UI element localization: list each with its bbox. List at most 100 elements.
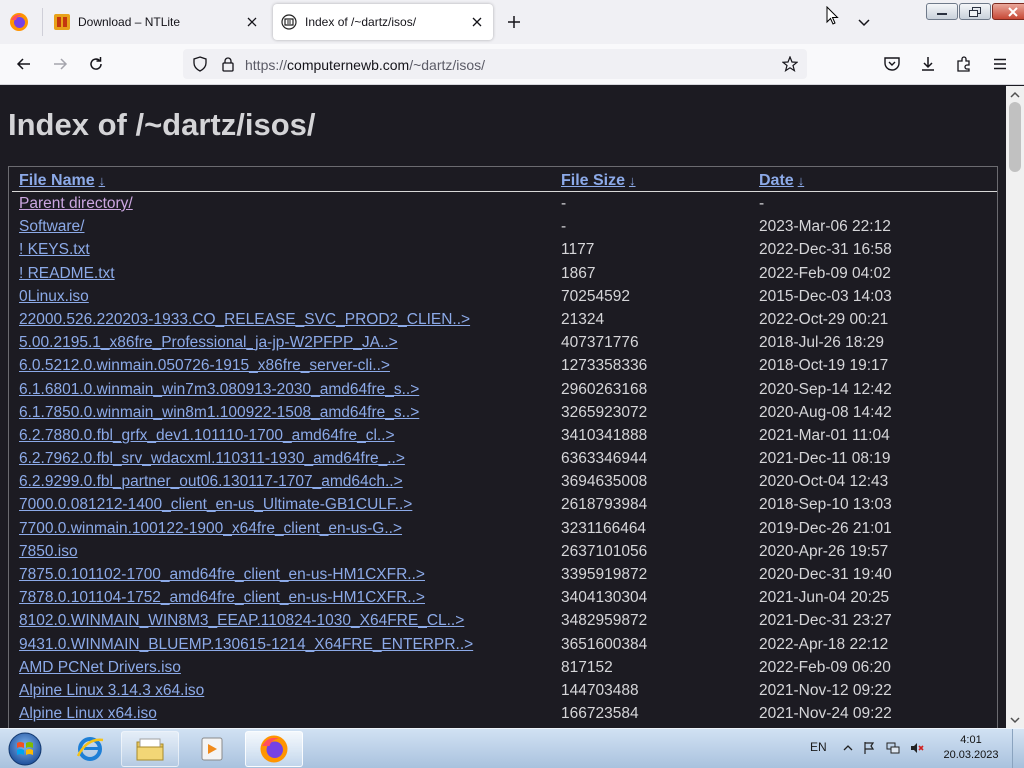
plus-icon[interactable]: [503, 11, 525, 33]
tab-index-of-isos[interactable]: Index of /~dartz/isos/: [273, 4, 493, 40]
show-desktop-button[interactable]: [1012, 729, 1024, 768]
chevron-down-icon[interactable]: [854, 12, 874, 32]
language-indicator[interactable]: EN: [810, 740, 827, 754]
sort-arrow-icon: ↓: [629, 173, 636, 188]
file-date: -: [759, 195, 765, 212]
table-row: Alpine Linux 3.14.3 x64.iso 144703488 20…: [9, 680, 999, 703]
file-link[interactable]: 22000.526.220203-1933.CO_RELEASE_SVC_PRO…: [19, 311, 470, 329]
file-link[interactable]: 7878.0.101104-1752_amd64fre_client_en-us…: [19, 589, 425, 607]
menu-icon: [994, 58, 1006, 70]
table-row: ! README.txt 1867 2022-Feb-09 04:02: [9, 263, 999, 286]
page-scrollbar[interactable]: [1006, 86, 1024, 728]
taskbar-media-player[interactable]: [183, 731, 241, 767]
taskbar-firefox[interactable]: [245, 731, 303, 767]
file-size: 2960263168: [561, 380, 648, 398]
network-icon[interactable]: [886, 741, 900, 755]
restore-button[interactable]: [959, 3, 991, 20]
firefox-icon[interactable]: [9, 12, 29, 32]
media-player-icon: [201, 737, 223, 761]
tab-ntlite[interactable]: Download – NTLite: [46, 4, 268, 40]
downloads-button[interactable]: [917, 53, 939, 75]
file-date: 2015-Dec-03 14:03: [759, 287, 892, 305]
file-size: 817152: [561, 658, 613, 676]
file-link[interactable]: 6.1.7850.0.winmain_win8m1.100922-1508_am…: [19, 404, 419, 422]
system-clock[interactable]: 4:01 20.03.2023: [938, 733, 1004, 763]
column-header-file-name[interactable]: File Name ↓: [19, 172, 105, 190]
file-link[interactable]: 7875.0.101102-1700_amd64fre_client_en-us…: [19, 566, 425, 584]
file-date: 2019-Dec-26 21:01: [759, 519, 892, 537]
address-bar[interactable]: https://computernewb.com/~dartz/isos/: [183, 49, 807, 79]
file-link[interactable]: 7700.0.winmain.100122-1900_x64fre_client…: [19, 520, 402, 538]
pocket-icon: [884, 57, 900, 71]
file-size: 1867: [561, 264, 596, 282]
table-row: Parent directory/ - -: [9, 193, 999, 216]
file-link[interactable]: Alpine Linux 3.14.3 x64.iso: [19, 682, 204, 700]
column-header-label: File Size: [561, 172, 626, 189]
close-icon[interactable]: [244, 14, 260, 30]
file-link[interactable]: 6.2.7962.0.fbl_srv_wdacxml.110311-1930_a…: [19, 450, 405, 468]
table-row: Alpine Linux x64.iso 166723584 2021-Nov-…: [9, 703, 999, 726]
close-icon[interactable]: [469, 14, 485, 30]
scrollbar-thumb[interactable]: [1009, 102, 1021, 172]
file-link[interactable]: 8102.0.WINMAIN_WIN8M3_EEAP.110824-1030_X…: [19, 612, 464, 630]
scroll-up-arrow-icon[interactable]: [1009, 90, 1021, 100]
table-row: 7878.0.101104-1752_amd64fre_client_en-us…: [9, 587, 999, 610]
table-row: 7700.0.winmain.100122-1900_x64fre_client…: [9, 518, 999, 541]
file-link[interactable]: 6.2.7880.0.fbl_grfx_dev1.101110-1700_amd…: [19, 427, 395, 445]
table-row: 5.00.2195.1_x86fre_Professional_ja-jp-W2…: [9, 332, 999, 355]
file-size: 3231166464: [561, 519, 647, 537]
windows-start-icon[interactable]: [6, 731, 44, 767]
table-row: 7850.iso 2637101056 2020-Apr-26 19:57: [9, 541, 999, 564]
star-icon[interactable]: [782, 56, 798, 72]
file-link[interactable]: AMD PCNet Drivers.iso: [19, 659, 181, 677]
url-text[interactable]: https://computernewb.com/~dartz/isos/: [245, 57, 485, 73]
file-size: 3482959872: [561, 612, 648, 630]
file-link[interactable]: ! KEYS.txt: [19, 241, 90, 259]
file-link[interactable]: Alpine Linux x64.iso: [19, 705, 157, 723]
taskbar-file-explorer[interactable]: [121, 731, 179, 767]
internet-explorer-icon: [76, 737, 104, 761]
table-row: 7000.0.081212-1400_client_en-us_Ultimate…: [9, 494, 999, 517]
pocket-button[interactable]: [881, 53, 903, 75]
reload-button[interactable]: [85, 53, 107, 75]
extensions-button[interactable]: [953, 53, 975, 75]
file-link[interactable]: 6.2.9299.0.fbl_partner_out06.130117-1707…: [19, 473, 403, 491]
scroll-down-arrow-icon[interactable]: [1009, 715, 1021, 725]
app-menu-button[interactable]: [989, 53, 1011, 75]
shield-icon[interactable]: [192, 56, 208, 72]
window-controls: [925, 3, 1024, 20]
lock-icon[interactable]: [220, 56, 236, 72]
minimize-button[interactable]: [926, 3, 958, 20]
close-window-button[interactable]: [992, 3, 1024, 20]
file-date: 2021-Mar-01 11:04: [759, 426, 890, 444]
taskbar-internet-explorer[interactable]: [61, 731, 119, 767]
file-link[interactable]: ! README.txt: [19, 265, 115, 283]
file-size: -: [561, 195, 567, 212]
file-size: 21324: [561, 310, 605, 328]
file-link[interactable]: 6.0.5212.0.winmain.050726-1915_x86fre_se…: [19, 357, 390, 375]
file-link[interactable]: 7000.0.081212-1400_client_en-us_Ultimate…: [19, 496, 412, 514]
file-link[interactable]: Software/: [19, 218, 84, 236]
column-header-date[interactable]: Date ↓: [759, 172, 804, 190]
back-button[interactable]: [13, 53, 35, 75]
file-link[interactable]: Parent directory/: [19, 195, 133, 213]
file-size: 3410341888: [561, 426, 648, 444]
column-header-file-size[interactable]: File Size ↓: [561, 172, 636, 190]
file-link[interactable]: 5.00.2195.1_x86fre_Professional_ja-jp-W2…: [19, 334, 398, 352]
volume-muted-icon[interactable]: [910, 741, 924, 755]
flag-icon[interactable]: [862, 741, 876, 755]
sort-arrow-icon: ↓: [98, 173, 106, 188]
table-row: 6.2.7880.0.fbl_grfx_dev1.101110-1700_amd…: [9, 425, 999, 448]
navigation-bar: https://computernewb.com/~dartz/isos/: [0, 44, 1024, 85]
url-path: /~dartz/isos/: [409, 57, 486, 73]
file-link[interactable]: 7850.iso: [19, 543, 78, 561]
ntlite-favicon: [54, 14, 70, 30]
firefox-icon: [260, 735, 288, 763]
table-row: 6.1.7850.0.winmain_win8m1.100922-1508_am…: [9, 402, 999, 425]
file-link[interactable]: 9431.0.WINMAIN_BLUEMP.130615-1214_X64FRE…: [19, 636, 473, 654]
file-link[interactable]: 6.1.6801.0.winmain_win7m3.080913-2030_am…: [19, 381, 419, 399]
file-size: 144703488: [561, 681, 639, 699]
file-link[interactable]: 0Linux.iso: [19, 288, 89, 306]
show-hidden-icons-icon[interactable]: [841, 741, 855, 755]
forward-button[interactable]: [49, 53, 71, 75]
